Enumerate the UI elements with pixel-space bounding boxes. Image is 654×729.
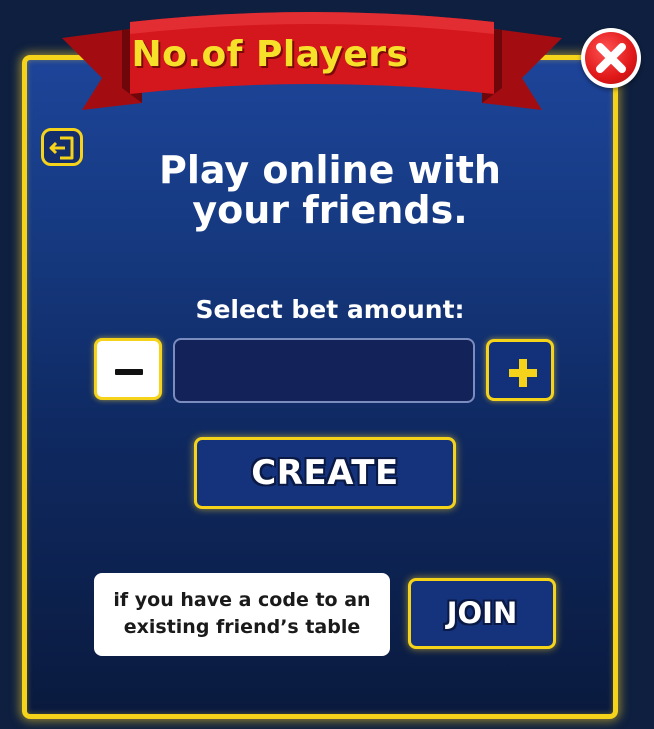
bet-amount-label: Select bet amount: <box>195 295 465 324</box>
join-code-note: if you have a code to an existing friend… <box>94 573 390 656</box>
join-button[interactable]: JOIN <box>408 578 556 649</box>
bet-amount-input[interactable] <box>173 338 475 403</box>
decrease-bet-button[interactable] <box>94 338 162 400</box>
close-icon <box>596 43 626 73</box>
create-button[interactable]: CREATE <box>194 437 456 509</box>
dialog-heading: Play online with your friends. <box>159 148 501 232</box>
close-button[interactable] <box>581 28 641 88</box>
dialog-title: No.of Players <box>131 34 409 75</box>
exit-icon <box>49 136 74 160</box>
increase-bet-button[interactable] <box>486 339 554 401</box>
minus-icon <box>115 369 143 375</box>
exit-button[interactable] <box>41 128 83 166</box>
